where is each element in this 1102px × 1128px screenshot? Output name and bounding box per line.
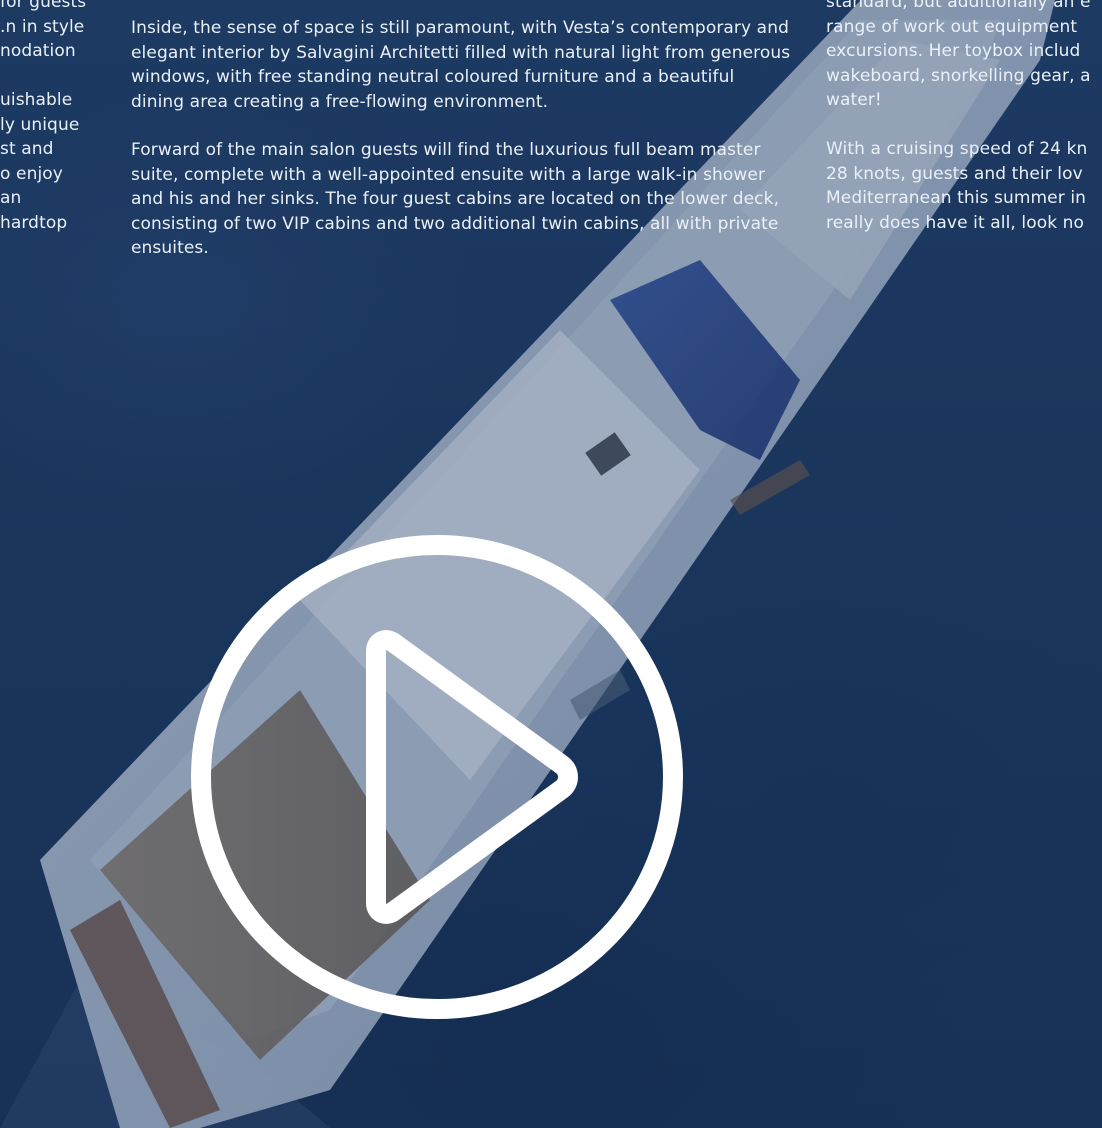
right-line: With a cruising speed of 24 kn	[826, 139, 1088, 159]
left-line: for guests	[0, 0, 87, 12]
left-line: st and	[0, 139, 54, 159]
play-button[interactable]	[190, 533, 684, 1021]
left-line: an	[0, 188, 22, 208]
video-poster[interactable]: for guests n in style. nodation uishable…	[0, 0, 1102, 1128]
right-line: range of work out equipment	[826, 16, 1078, 37]
right-line: standard, but additionally an e	[826, 0, 1091, 12]
right-line: wakeboard, snorkelling gear, a	[826, 65, 1091, 86]
right-text-column: standard, but additionally an e range of…	[826, 0, 1102, 235]
left-line: nodation	[0, 41, 76, 61]
play-icon	[191, 535, 683, 1019]
left-line	[0, 64, 110, 89]
right-line: excursions. Her toybox includ	[826, 41, 1081, 61]
left-line: o enjoy	[0, 163, 63, 184]
right-line: 28 knots, guests and their lov	[826, 163, 1083, 184]
left-text-column: for guests n in style. nodation uishable…	[0, 0, 110, 235]
left-line: ly unique	[0, 114, 80, 135]
cabins-paragraph: Forward of the main salon guests will fi…	[131, 140, 780, 258]
right-line: water!	[826, 90, 882, 110]
right-line: really does have it all, look no	[826, 212, 1085, 233]
right-line: Mediterranean this summer in	[826, 188, 1087, 208]
interior-paragraph: Inside, the sense of space is still para…	[131, 18, 791, 112]
middle-text-column: Inside, the sense of space is still para…	[131, 16, 791, 285]
left-line: n in style.	[0, 16, 85, 37]
right-line	[826, 113, 1102, 138]
left-line: uishable	[0, 90, 73, 110]
left-line: hardtop	[0, 212, 68, 233]
